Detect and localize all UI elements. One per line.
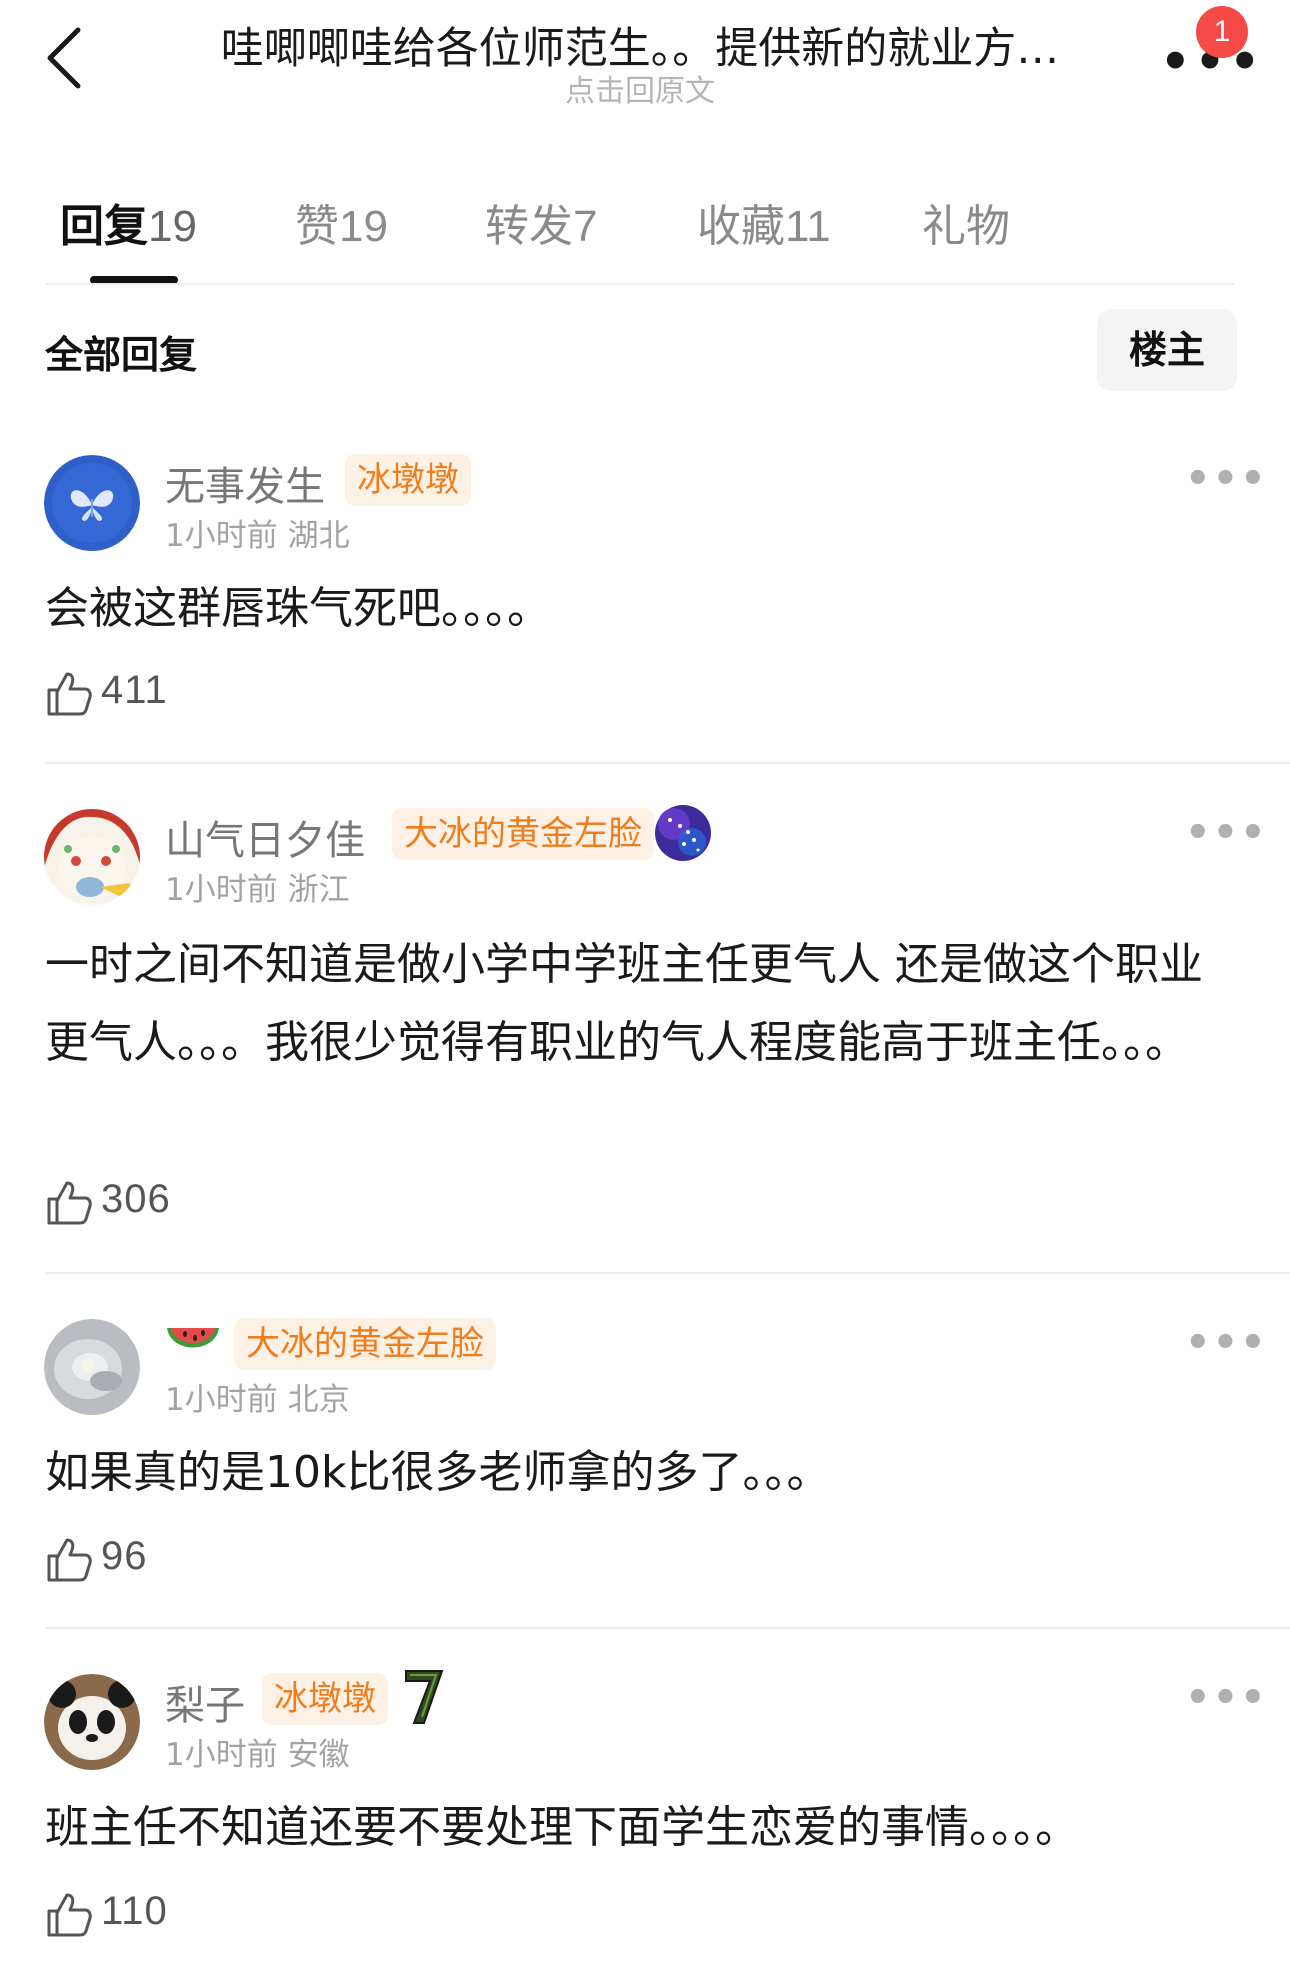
divider bbox=[45, 1627, 1290, 1629]
comment-location: 浙江 bbox=[287, 872, 350, 908]
tab-label: 回复 bbox=[60, 201, 148, 252]
fan-tag[interactable]: 大冰的黄金左脸 bbox=[234, 1318, 496, 1370]
op-only-filter-button[interactable]: 楼主 bbox=[1097, 309, 1237, 391]
top-bar: 哇唧唧哇给各位师范生。。提供新的就业方… 点击回原文 ••• 1 bbox=[0, 0, 1290, 120]
tab-label: 礼物 bbox=[922, 201, 1010, 252]
thumbs-up-icon bbox=[47, 1181, 92, 1225]
thumbs-up-icon bbox=[47, 1893, 92, 1937]
fan-tag[interactable]: 冰墩墩 bbox=[262, 1673, 388, 1725]
tab-favorites[interactable]: 收藏11 bbox=[697, 190, 831, 254]
tab-count: 11 bbox=[785, 202, 831, 251]
chevron-left-icon bbox=[47, 27, 81, 89]
comment-time: 1小时前 bbox=[165, 1382, 278, 1418]
username[interactable]: 梨子 bbox=[165, 1673, 245, 1731]
tab-count: 19 bbox=[148, 202, 197, 251]
view-original-link[interactable]: 点击回原文 bbox=[190, 66, 1090, 110]
divider bbox=[45, 283, 1235, 285]
tab-label: 转发 bbox=[485, 201, 573, 252]
comment-time: 1小时前 bbox=[165, 518, 278, 554]
like-count: 96 bbox=[101, 1534, 148, 1578]
comment-meta: 1小时前 北京 bbox=[165, 1374, 350, 1419]
comment-text: 一时之间不知道是做小学中学班主任更气人 还是做这个职业更气人。。。我很少觉得有职… bbox=[45, 939, 1203, 1068]
tab-likes[interactable]: 赞19 bbox=[295, 190, 388, 254]
tab-gifts[interactable]: 礼物 bbox=[922, 190, 1010, 254]
avatar[interactable] bbox=[44, 455, 140, 551]
comment-meta: 1小时前 浙江 bbox=[165, 864, 350, 909]
tab-label: 赞 bbox=[295, 201, 339, 252]
like-count: 306 bbox=[101, 1177, 171, 1221]
divider bbox=[45, 762, 1290, 764]
comment-meta: 1小时前 安徽 bbox=[165, 1729, 350, 1774]
tab-replies[interactable]: 回复19 bbox=[60, 190, 197, 254]
username[interactable]: 无事发生 bbox=[165, 454, 325, 512]
galaxy-badge-icon bbox=[654, 804, 712, 862]
tab-reposts[interactable]: 转发7 bbox=[485, 190, 597, 254]
avatar[interactable] bbox=[44, 1674, 140, 1770]
watermelon-icon bbox=[165, 1322, 221, 1366]
fan-tag[interactable]: 大冰的黄金左脸 bbox=[392, 808, 654, 860]
comment-more-button[interactable]: ••• bbox=[1185, 1320, 1268, 1366]
comment-time: 1小时前 bbox=[165, 1737, 278, 1773]
tab-bar: 回复19 赞19 转发7 收藏11 礼物 bbox=[0, 180, 1290, 285]
number-seven-badge-icon bbox=[402, 1665, 446, 1727]
notification-badge: 1 bbox=[1196, 6, 1248, 58]
comment-location: 北京 bbox=[287, 1382, 350, 1418]
avatar[interactable] bbox=[44, 1319, 140, 1415]
comment-time: 1小时前 bbox=[165, 872, 278, 908]
comment-location: 湖北 bbox=[287, 518, 350, 554]
divider bbox=[45, 1272, 1290, 1274]
comment-location: 安徽 bbox=[287, 1737, 350, 1773]
all-replies-heading: 全部回复 bbox=[45, 333, 198, 377]
comment-meta: 1小时前 湖北 bbox=[165, 510, 350, 555]
comment-more-button[interactable]: ••• bbox=[1185, 810, 1268, 856]
comment-text: 如果真的是10k比很多老师拿的多了。。。 bbox=[45, 1447, 831, 1498]
thumbs-up-icon bbox=[47, 672, 92, 716]
tab-label: 收藏 bbox=[697, 201, 785, 252]
tab-count: 7 bbox=[573, 202, 598, 251]
avatar[interactable] bbox=[44, 809, 140, 905]
comment-more-button[interactable]: ••• bbox=[1185, 456, 1268, 502]
comment-text: 会被这群唇珠气死吧。。。。 bbox=[45, 583, 551, 634]
comment-text: 班主任不知道还要不要处理下面学生恋爱的事情。。。。 bbox=[45, 1802, 1079, 1853]
tab-count: 19 bbox=[339, 202, 388, 251]
comment-more-button[interactable]: ••• bbox=[1185, 1675, 1268, 1721]
fan-tag[interactable]: 冰墩墩 bbox=[345, 454, 471, 506]
back-button[interactable] bbox=[38, 22, 98, 94]
like-count: 411 bbox=[101, 668, 168, 712]
thumbs-up-icon bbox=[47, 1538, 92, 1582]
like-count: 110 bbox=[101, 1889, 168, 1933]
username[interactable]: 山气日夕佳 bbox=[165, 808, 365, 866]
